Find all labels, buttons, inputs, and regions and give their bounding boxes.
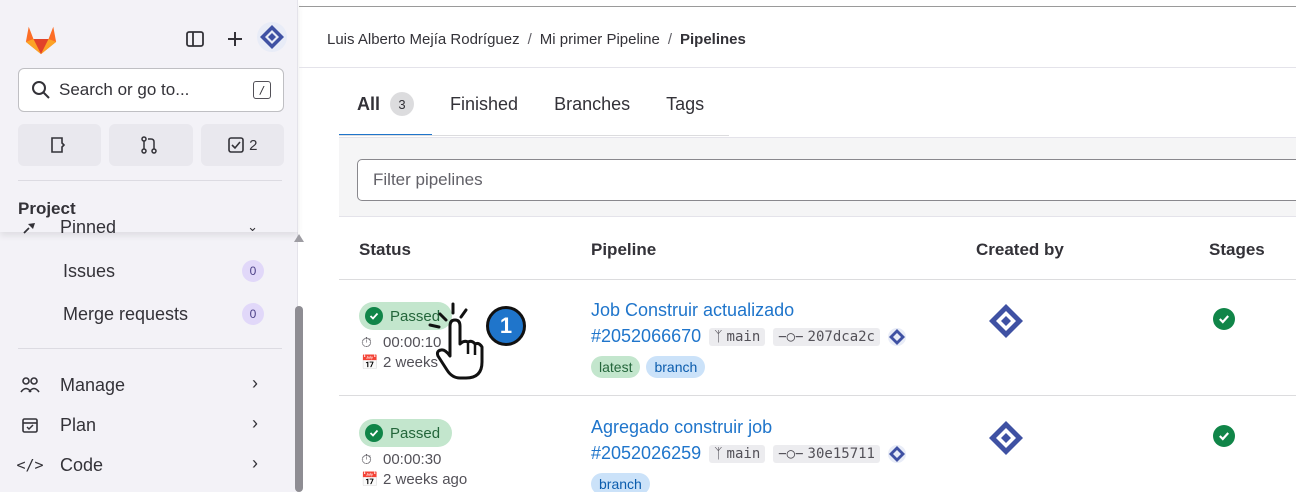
pipeline-duration: ⏱ 00:00:30 — [361, 451, 442, 468]
sidebar-item-plan[interactable]: Plan › — [18, 406, 278, 444]
column-header-stages: Stages — [1209, 240, 1265, 259]
pipeline-tags: latest branch — [591, 356, 706, 378]
merge-request-icon — [141, 136, 157, 154]
chevron-right-icon: › — [252, 413, 258, 433]
pointing-hand-icon — [428, 302, 484, 380]
breadcrumb-project[interactable]: Mi primer Pipeline — [540, 31, 660, 48]
todo-icon — [228, 137, 244, 153]
issues-count-badge: 0 — [242, 260, 264, 282]
breadcrumb: Luis Alberto Mejía Rodríguez / Mi primer P… — [327, 31, 746, 48]
sidebar-item-pinned[interactable]: Pinned ⌄ — [18, 220, 278, 240]
commit-ref[interactable]: −○− 207dca2c — [773, 327, 880, 346]
todo-count: 2 — [249, 136, 258, 154]
search-icon — [32, 81, 50, 99]
chevron-down-icon: ⌄ — [247, 220, 258, 234]
table-row: Passed ⏱ 00:00:30 📅 2 weeks ago Agregado… — [339, 397, 1296, 492]
calendar-icon: 📅 — [361, 471, 379, 487]
sidebar-divider — [18, 180, 282, 181]
gitlab-logo-icon[interactable] — [24, 22, 58, 56]
tab-tags[interactable]: Tags — [648, 72, 722, 136]
tab-finished[interactable]: Finished — [432, 72, 536, 136]
pipeline-id-link[interactable]: #2052066670 — [591, 326, 701, 347]
status-badge[interactable]: Passed — [359, 419, 453, 447]
commit-icon: −○− — [778, 328, 804, 345]
todo-counter-button[interactable]: 2 — [200, 124, 284, 166]
pipeline-title-link[interactable]: Agregado construir job — [591, 417, 772, 438]
sidebar-divider — [18, 348, 282, 349]
search-input[interactable]: Search or go to... / — [18, 68, 284, 112]
chevron-right-icon: › — [252, 453, 258, 473]
tag-branch: branch — [591, 473, 650, 492]
check-circle-icon — [365, 307, 383, 325]
commit-author-avatar[interactable] — [887, 327, 906, 346]
sidebar-item-merge-requests[interactable]: Merge requests 0 — [18, 295, 278, 333]
sidebar-section-title: Project — [18, 199, 76, 218]
user-avatar[interactable] — [257, 22, 287, 52]
column-header-pipeline: Pipeline — [591, 240, 657, 259]
creator-avatar[interactable] — [987, 419, 1025, 457]
table-header: Status Pipeline Created by Stages — [339, 218, 1296, 280]
tab-branches[interactable]: Branches — [536, 72, 648, 136]
pin-icon — [18, 220, 42, 235]
breadcrumb-owner[interactable]: Luis Alberto Mejía Rodríguez — [327, 31, 520, 48]
commit-icon: −○− — [778, 445, 804, 462]
sidebar-toggle-icon[interactable] — [182, 26, 208, 52]
pipeline-meta: #2052066670 ᛉ main −○− 207dca2c — [591, 326, 906, 347]
branch-ref[interactable]: ᛉ main — [709, 444, 766, 463]
column-header-created-by: Created by — [976, 240, 1064, 259]
branch-icon: ᛉ — [714, 328, 723, 345]
creator-avatar[interactable] — [987, 302, 1025, 340]
breadcrumb-current[interactable]: Pipelines — [680, 31, 746, 48]
pipeline-id-link[interactable]: #2052026259 — [591, 443, 701, 464]
commit-author-avatar[interactable] — [887, 444, 906, 463]
main-content: Luis Alberto Mejía Rodríguez / Mi primer P… — [299, 0, 1296, 492]
chevron-right-icon: › — [252, 373, 258, 393]
merge-requests-counter-button[interactable] — [109, 124, 193, 166]
tab-all[interactable]: All 3 — [339, 72, 433, 136]
merge-requests-count-badge: 0 — [242, 303, 264, 325]
sidebar-item-manage[interactable]: Manage › — [18, 366, 278, 404]
branch-ref[interactable]: ᛉ main — [709, 327, 766, 346]
sidebar-header — [0, 0, 298, 66]
column-header-status: Status — [359, 240, 411, 259]
calendar-icon: 📅 — [361, 354, 379, 370]
plus-icon[interactable] — [222, 26, 248, 52]
issues-icon — [50, 137, 65, 153]
top-divider — [299, 6, 1296, 7]
search-placeholder: Search or go to... — [59, 80, 190, 99]
sidebar-item-issues[interactable]: Issues 0 — [18, 252, 278, 290]
check-circle-icon — [365, 424, 383, 442]
commit-ref[interactable]: −○− 30e15711 — [773, 444, 880, 463]
tag-branch: branch — [646, 356, 706, 378]
search-shortcut-key: / — [253, 81, 271, 99]
pipeline-title-link[interactable]: Job Construir actualizado — [591, 300, 794, 321]
breadcrumb-divider — [299, 67, 1296, 68]
pipeline-meta: #2052026259 ᛉ main −○− 30e15711 — [591, 443, 906, 464]
issues-counter-button[interactable] — [18, 124, 102, 166]
timer-icon: ⏱ — [361, 334, 372, 350]
tabs-divider — [339, 135, 729, 136]
tab-all-count: 3 — [390, 92, 415, 116]
filter-pipelines-input[interactable]: Filter pipelines — [357, 159, 1296, 201]
tag-latest: latest — [591, 356, 641, 378]
code-icon: </> — [16, 456, 44, 474]
timer-icon: ⏱ — [361, 451, 372, 467]
pipeline-tags: branch — [591, 473, 650, 492]
filter-bar: Filter pipelines — [339, 137, 1296, 217]
stage-passed-icon[interactable] — [1213, 308, 1235, 330]
plan-icon — [18, 416, 42, 434]
sidebar-item-code[interactable]: </> Code › — [16, 446, 278, 484]
manage-icon — [18, 376, 42, 394]
pipeline-age: 📅 2 weeks ago — [361, 471, 468, 488]
pipeline-tabs: All 3 Finished Branches Tags — [339, 72, 722, 136]
stage-passed-icon[interactable] — [1213, 425, 1235, 447]
branch-icon: ᛉ — [714, 445, 723, 462]
step-number-badge: 1 — [486, 306, 526, 346]
user-counters: 2 — [18, 124, 284, 166]
sidebar: Search or go to... / 2 Project Pinned ⌄ … — [0, 0, 304, 492]
